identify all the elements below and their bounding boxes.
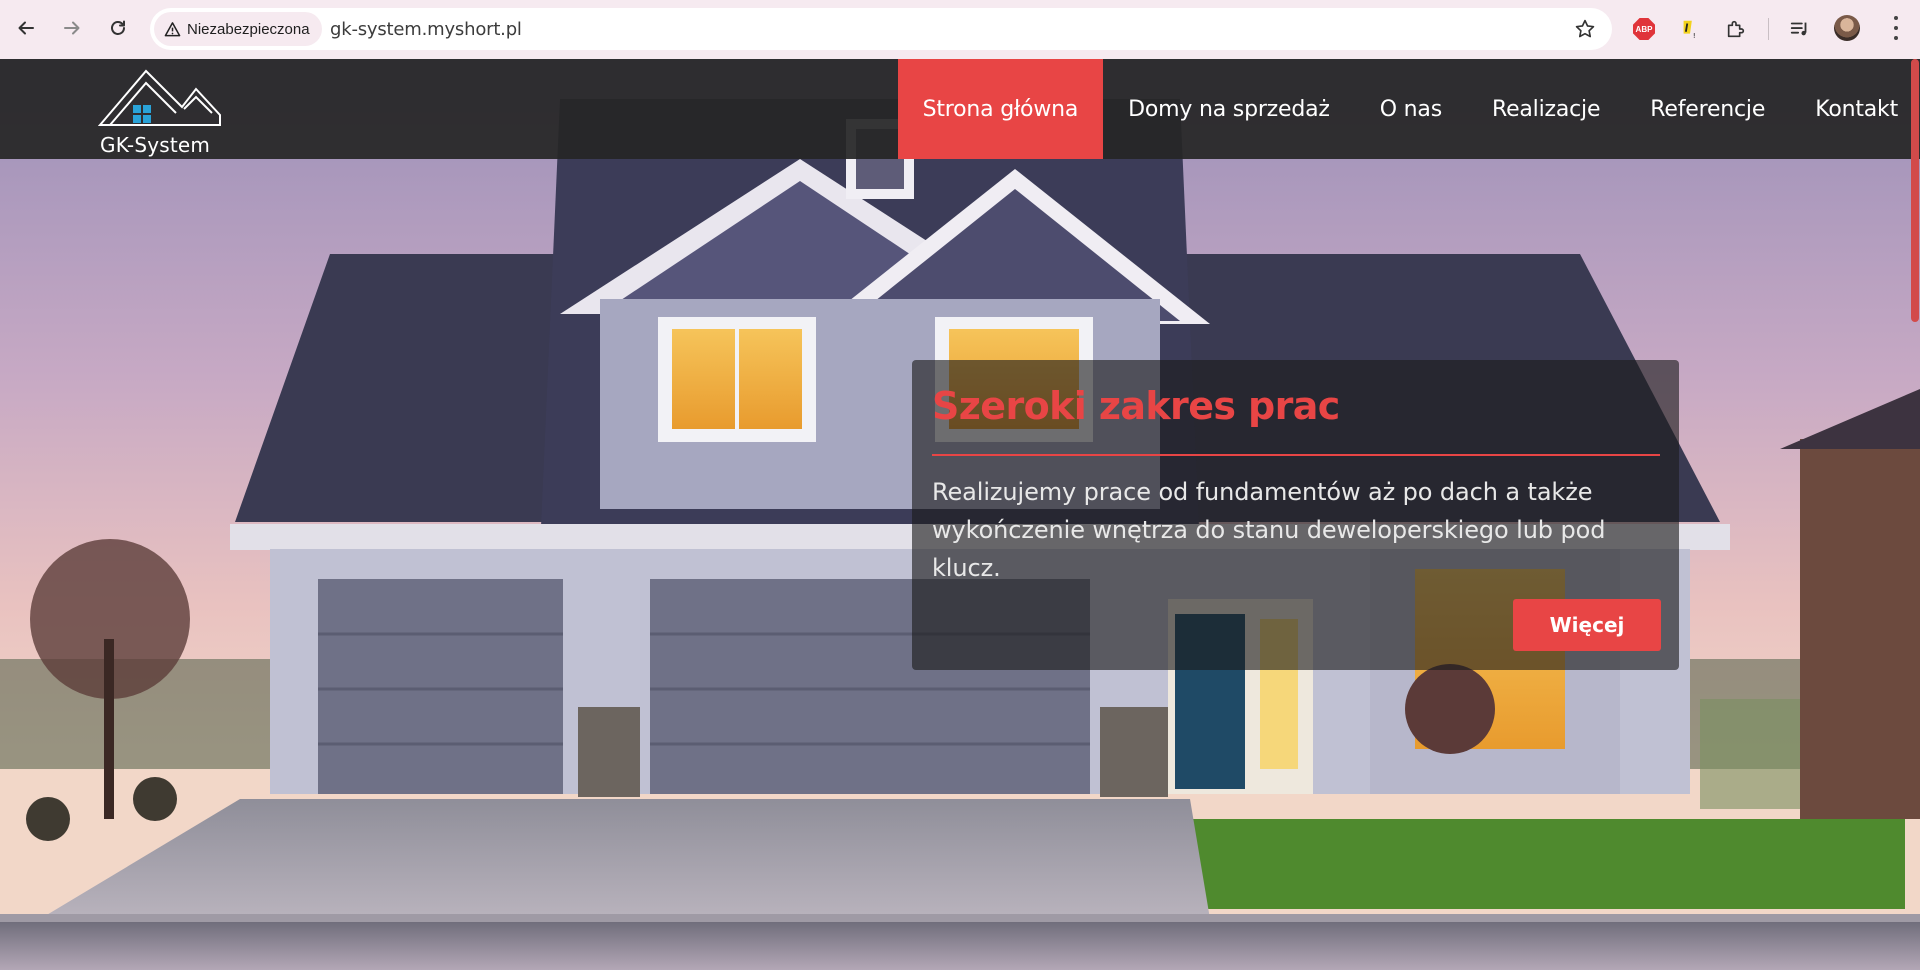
reload-icon — [111, 20, 125, 35]
svg-text:!: ! — [1693, 31, 1696, 40]
hero-title: Szeroki zakres prac — [932, 384, 1340, 428]
url-text[interactable]: gk-system.myshort.pl — [330, 19, 522, 40]
nav-item-references[interactable]: Referencje — [1625, 59, 1790, 159]
nav-item-projects[interactable]: Realizacje — [1467, 59, 1625, 159]
security-indicator[interactable]: Niezabezpieczona — [154, 12, 322, 46]
security-label: Niezabezpieczona — [187, 20, 310, 38]
media-control-icon[interactable] — [1786, 15, 1814, 43]
back-button[interactable] — [8, 10, 44, 46]
warning-triangle-icon — [164, 21, 181, 36]
page-viewport: GK-System Strona główna Domy na sprzedaż… — [0, 59, 1920, 970]
browser-toolbar: Niezabezpieczona gk-system.myshort.pl AB… — [0, 0, 1920, 59]
site-header: GK-System Strona główna Domy na sprzedaż… — [0, 59, 1920, 159]
hero-description: Realizujemy prace od fundamentów aż po d… — [932, 478, 1606, 582]
nav-item-contact[interactable]: Kontakt — [1790, 59, 1920, 159]
adblock-plus-icon[interactable]: ABP — [1630, 15, 1658, 43]
title-divider — [932, 454, 1660, 456]
puzzle-extensions-icon[interactable] — [1722, 15, 1750, 43]
house-logo-icon — [98, 69, 221, 126]
hero-info-card: Szeroki zakres prac Realizujemy prace od… — [912, 360, 1679, 670]
bookmark-star-icon[interactable] — [1574, 18, 1596, 40]
reload-button[interactable] — [100, 10, 136, 46]
nav-item-about[interactable]: O nas — [1355, 59, 1467, 159]
profile-avatar[interactable] — [1834, 15, 1860, 41]
scrollbar-thumb[interactable] — [1911, 59, 1919, 322]
toolbar-divider — [1768, 18, 1769, 40]
more-button[interactable]: Więcej — [1513, 599, 1661, 651]
forward-button[interactable] — [54, 10, 90, 46]
site-logo[interactable]: GK-System — [98, 67, 222, 157]
back-arrow-icon — [18, 21, 34, 35]
page-scrollbar[interactable] — [1910, 59, 1920, 970]
nav-item-home[interactable]: Strona główna — [897, 59, 1104, 159]
yellow-flag-extension-icon[interactable]: ! — [1676, 15, 1704, 43]
address-bar[interactable]: Niezabezpieczona gk-system.myshort.pl — [150, 8, 1612, 50]
logo-text: GK-System — [100, 133, 211, 157]
nav-item-houses-for-sale[interactable]: Domy na sprzedaż — [1103, 59, 1355, 159]
forward-arrow-icon — [64, 21, 80, 35]
browser-menu-icon[interactable] — [1893, 16, 1899, 40]
main-navigation: Strona główna Domy na sprzedaż O nas Rea… — [897, 59, 1920, 159]
